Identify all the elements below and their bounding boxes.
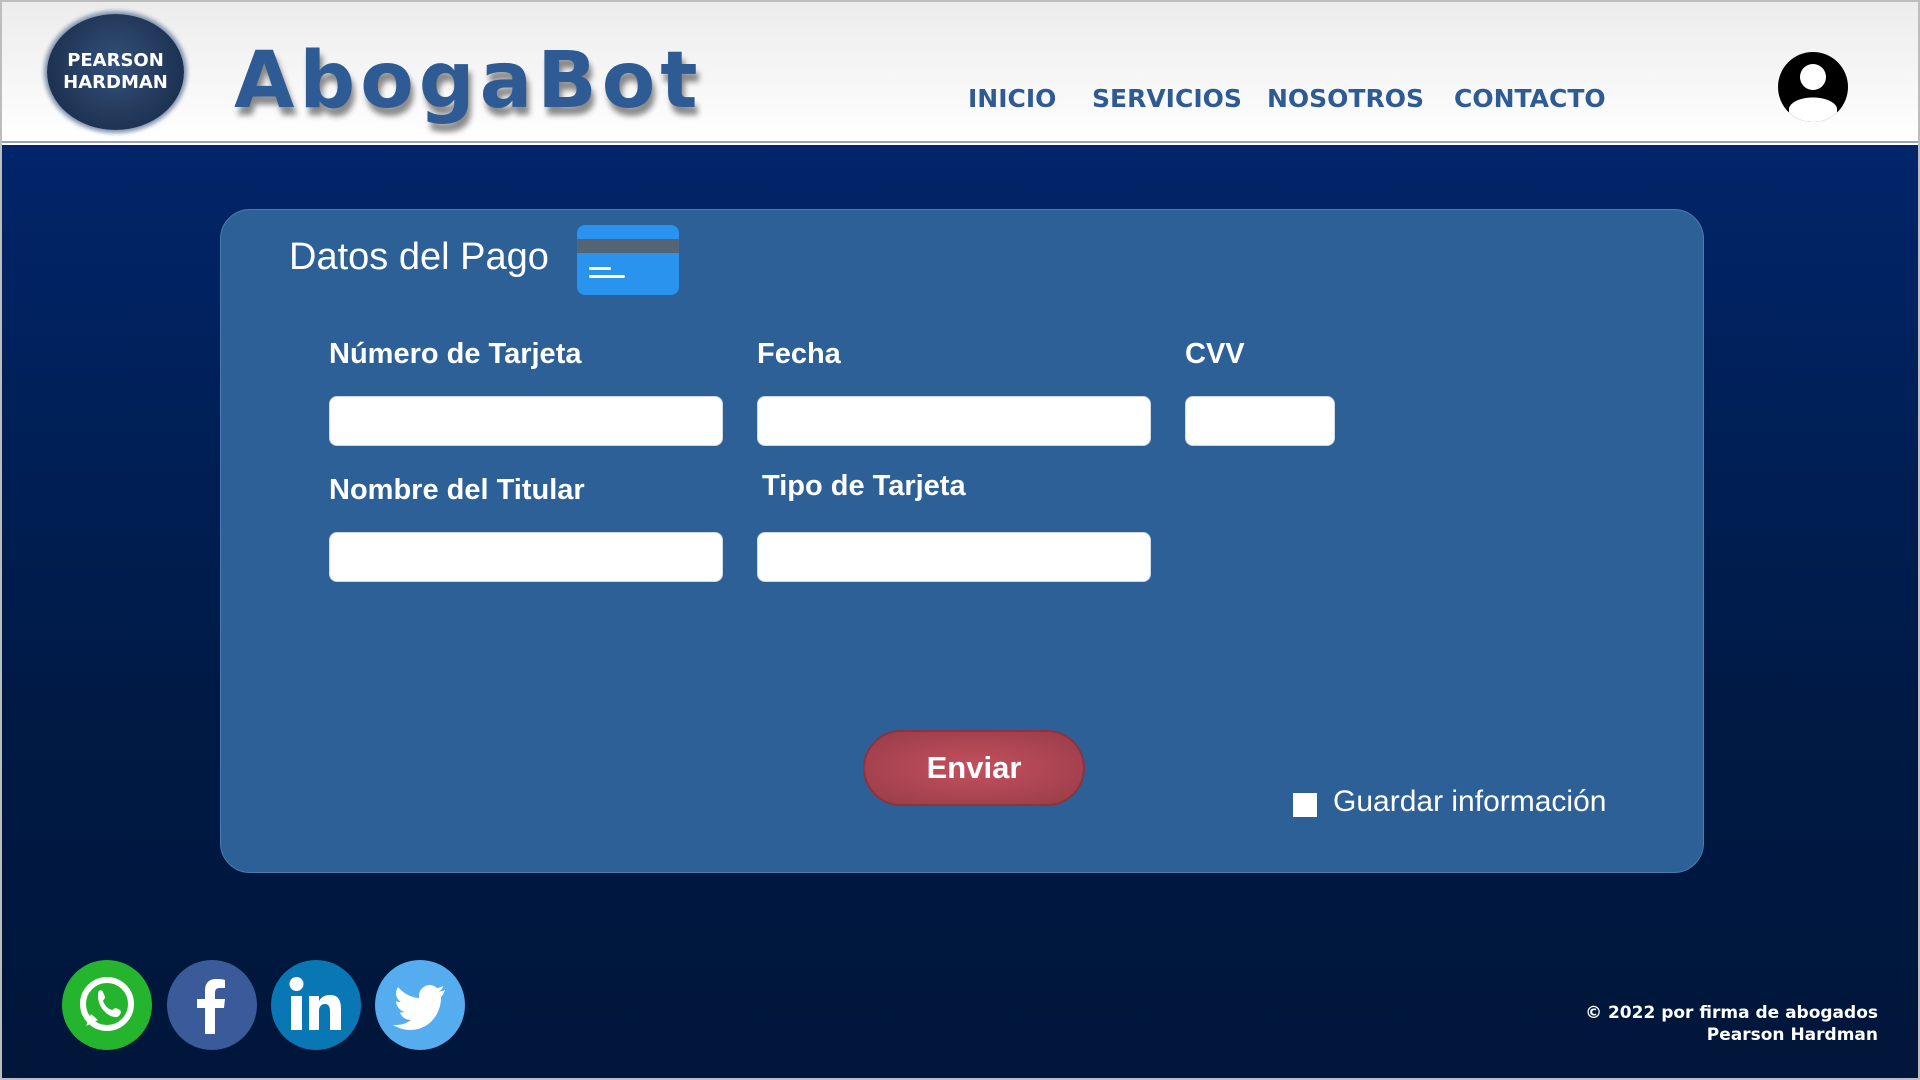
nav-inicio[interactable]: INICIO — [968, 84, 1056, 113]
form-title: Datos del Pago — [289, 236, 549, 278]
cvv-label: CVV — [1185, 338, 1245, 370]
logo-line-2: HARDMAN — [63, 72, 168, 93]
whatsapp-icon[interactable] — [62, 960, 152, 1050]
copyright-text: © 2022 por firma de abogados Pearson Har… — [1585, 1002, 1878, 1046]
holder-name-input[interactable] — [329, 532, 723, 582]
firm-logo[interactable]: PEARSON HARDMAN — [47, 14, 184, 130]
nav-nosotros[interactable]: NOSOTROS — [1267, 84, 1424, 113]
copyright-line-1: © 2022 por firma de abogados — [1585, 1003, 1878, 1023]
cvv-input[interactable] — [1185, 396, 1335, 446]
card-number-label: Número de Tarjeta — [329, 338, 582, 370]
copyright-line-2: Pearson Hardman — [1706, 1025, 1878, 1045]
card-number-input[interactable] — [329, 396, 723, 446]
brand-title: AbogaBot — [234, 36, 703, 126]
payment-card-panel: Datos del Pago Número de Tarjeta Fecha C… — [220, 209, 1704, 873]
logo-line-1: PEARSON — [67, 50, 164, 71]
card-type-label: Tipo de Tarjeta — [762, 470, 966, 502]
nav-contacto[interactable]: CONTACTO — [1454, 84, 1606, 113]
save-info-checkbox[interactable] — [1293, 793, 1317, 817]
save-info-label: Guardar información — [1333, 785, 1607, 818]
date-label: Fecha — [757, 338, 841, 370]
top-header: PEARSON HARDMAN AbogaBot INICIO SERVICIO… — [2, 2, 1918, 143]
date-input[interactable] — [757, 396, 1151, 446]
credit-card-icon — [577, 225, 679, 300]
linkedin-icon[interactable] — [271, 960, 361, 1050]
holder-name-label: Nombre del Titular — [329, 474, 585, 506]
twitter-icon[interactable] — [375, 960, 465, 1050]
user-circle-icon[interactable] — [1778, 52, 1848, 122]
card-type-input[interactable] — [757, 532, 1151, 582]
submit-button[interactable]: Enviar — [863, 730, 1085, 806]
app-window: PEARSON HARDMAN AbogaBot INICIO SERVICIO… — [0, 0, 1920, 1080]
facebook-icon[interactable] — [167, 960, 257, 1050]
main-area: Datos del Pago Número de Tarjeta Fecha C… — [2, 145, 1918, 1078]
nav-servicios[interactable]: SERVICIOS — [1092, 84, 1242, 113]
